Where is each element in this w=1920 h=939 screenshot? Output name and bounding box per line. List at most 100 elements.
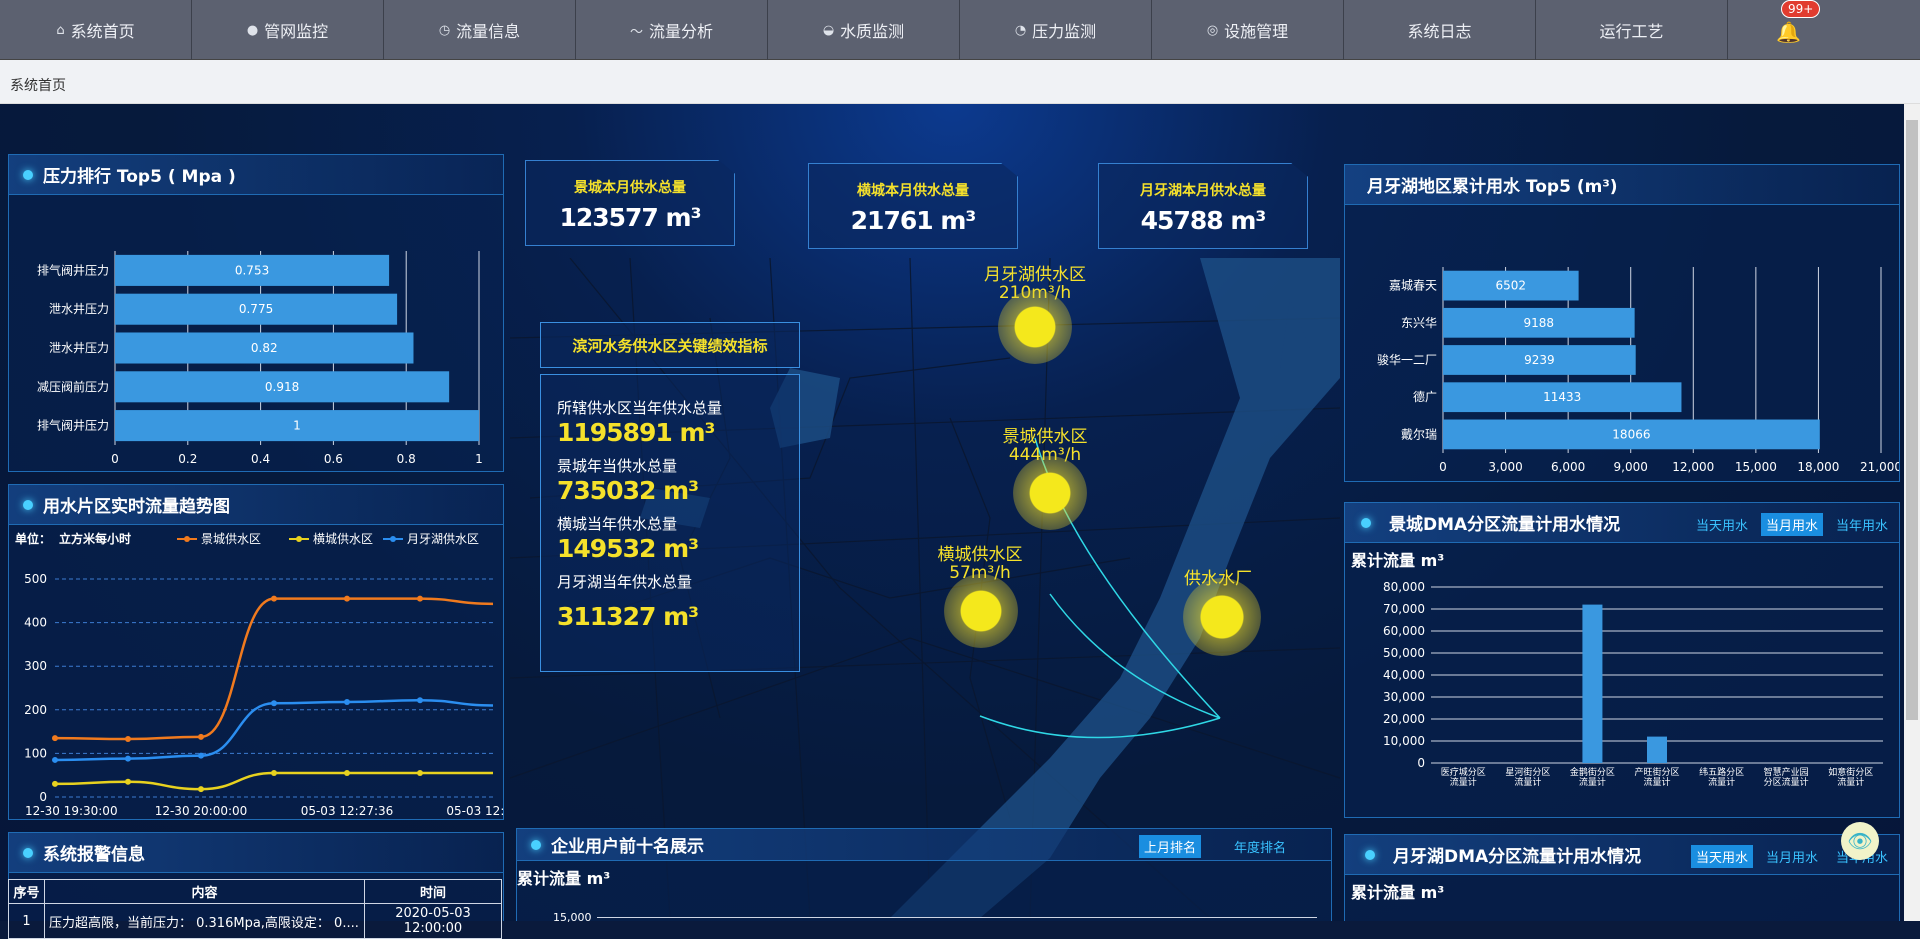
legend-marker [390, 536, 396, 542]
data-point[interactable] [417, 595, 423, 602]
trend-panel: 用水片区实时流量趋势图 单位： 立方米每小时 景城供水区 横城供水区 月牙湖供水区 0 10… [8, 484, 504, 820]
data-point[interactable] [344, 698, 350, 705]
nav-item-4[interactable]: ◒ 水质监测 [768, 0, 960, 60]
tab-day[interactable]: 当天用水 [1690, 845, 1753, 868]
data-point[interactable] [271, 595, 277, 602]
node-plant[interactable] [1183, 578, 1261, 656]
kpi-label: 月牙湖当年供水总量 [557, 573, 693, 591]
x-tick-label: 0.4 [251, 452, 270, 466]
bar[interactable] [1582, 604, 1603, 763]
tab-month[interactable]: 当月用水 [1760, 513, 1823, 536]
category-label: 星河街分区 [1505, 766, 1550, 778]
legend-label: 横城供水区 [313, 532, 373, 546]
x-tick-label: 0.6 [324, 452, 343, 466]
nav-item-1[interactable]: ● 管网监控 [192, 0, 384, 60]
bell-icon[interactable]: 🔔 [1776, 20, 1801, 44]
nav-item-label: 压力监测 [1032, 22, 1097, 41]
pressure-chart: 0 0.2 0.4 0.6 0.8 1 0.753 排气阀井压力 0.775 泄水井压力 0.82 泄… [37, 251, 483, 466]
data-point[interactable] [125, 778, 131, 785]
nav-item-2[interactable]: ◷ 流量信息 [384, 0, 576, 60]
tab-year[interactable]: 当年用水 [1831, 513, 1893, 536]
data-point[interactable] [125, 755, 131, 762]
data-point[interactable] [344, 770, 350, 777]
data-point[interactable] [271, 770, 277, 777]
tab-annual[interactable]: 年度排名 [1229, 835, 1291, 858]
data-point[interactable] [271, 700, 277, 707]
breadcrumb[interactable]: 系统首页 [10, 75, 66, 95]
bar-value-label: 6502 [1496, 279, 1527, 293]
data-point[interactable] [344, 595, 350, 602]
data-point[interactable] [198, 786, 204, 793]
table-row[interactable]: 1 压力超高限，当前压力： 0.316Mpa,高限设定： 0.... 2020-… [8, 903, 502, 939]
y-tick: 15,000 [553, 911, 592, 924]
data-point[interactable] [52, 735, 58, 742]
tab-day[interactable]: 当天用水 [1691, 513, 1753, 536]
category-label: 减压阀前压力 [37, 379, 109, 394]
nav-item-6[interactable]: ◎ 设施管理 [1152, 0, 1344, 60]
category-label: 如意街分区 [1828, 766, 1873, 778]
cell-time: 2020-05-03 12:00:00 [364, 903, 502, 939]
alarm-table: 序号 内容 时间 1 压力超高限，当前压力： 0.316Mpa,高限设定： 0.… [8, 879, 502, 939]
x-tick-label: 12-30 20:00:00 [155, 804, 248, 818]
category-label: 排气阀井压力 [37, 418, 109, 433]
top-nav: ⌂ 系统首页 ● 管网监控 ◷ 流量信息 〜流量分析 ◒ 水质监测 ◔ 压力监测 ◎ 设施管理 系统日志 运… [0, 0, 1920, 60]
unit-value: 立方米每小时 [59, 531, 131, 546]
gridline [597, 917, 1317, 918]
node-jc[interactable] [1013, 456, 1087, 530]
nav-item-8[interactable]: 运行工艺 [1536, 0, 1728, 60]
category-label: 流量计 [1514, 776, 1541, 788]
nav-item-label: 流量信息 [456, 22, 521, 41]
panel-title: 企业用户前十名展示 [551, 837, 704, 857]
stat-ymh-month: 月牙湖本月供水总量 45788 m³ [1098, 163, 1308, 249]
nav-item-7[interactable]: 系统日志 [1344, 0, 1536, 60]
x-tick-label: 1 [475, 452, 483, 466]
x-tick-label: 9,000 [1614, 460, 1648, 474]
table-header-row: 序号 内容 时间 [8, 879, 502, 904]
data-point[interactable] [52, 756, 58, 763]
category-label: 医疗城分区 [1441, 766, 1486, 778]
tab-last-month[interactable]: 上月排名 [1138, 835, 1201, 858]
data-point[interactable] [417, 770, 423, 777]
node-ymh[interactable] [998, 290, 1072, 364]
data-point[interactable] [417, 697, 423, 704]
node-hc[interactable] [944, 574, 1018, 648]
nav-item-3[interactable]: 〜流量分析 [576, 0, 768, 60]
ymh-dma-panel: 月牙湖DMA分区流量计用水情况 当天用水 当月用水 当年用水 累计流量 m³ [1344, 834, 1900, 921]
y-tick-label: 70,000 [1383, 602, 1425, 616]
title-dot-icon [23, 170, 33, 180]
category-label: 戴尔瑞 [1401, 426, 1437, 441]
y-tick-label: 50,000 [1383, 646, 1425, 660]
category-label: 纬五路分区 [1699, 766, 1744, 778]
network-icon: ● [246, 22, 259, 38]
nav-item-label: 运行工艺 [1599, 22, 1664, 41]
data-point[interactable] [198, 733, 204, 740]
bar[interactable] [1647, 736, 1667, 763]
kpi-label: 所辖供水区当年供水总量 [557, 399, 723, 417]
pressure-panel: 压力排行 Top5 ( Mpa ) 0 0.2 0.4 0.6 0.8 1 0.753 排气阀… [8, 154, 504, 472]
nav-item-5[interactable]: ◔ 压力监测 [960, 0, 1152, 60]
nav-item-0[interactable]: ⌂ 系统首页 [0, 0, 192, 60]
data-point[interactable] [125, 736, 131, 743]
kpi-label: 景城年当供水总量 [557, 457, 678, 475]
data-point[interactable] [52, 780, 58, 787]
series-line [54, 597, 494, 741]
x-tick-label: 0 [111, 452, 119, 466]
bar-value-label: 0.775 [239, 302, 273, 316]
category-label: 嘉城春天 [1389, 279, 1437, 293]
x-tick-label: 12-30 19:30:00 [25, 804, 118, 818]
stat-jc-month: 景城本月供水总量 123577 m³ [525, 160, 735, 246]
clock-icon: ◷ [438, 22, 451, 38]
bar-value-label: 9188 [1524, 316, 1555, 330]
nav-item-label: 系统首页 [70, 22, 135, 41]
eye-icon[interactable]: 👁 [1841, 822, 1879, 860]
nav-item-label: 流量分析 [649, 22, 714, 41]
ymh-top5-panel: 月牙湖地区累计用水 Top5 (m³) 0 3,000 6,000 9,000 12,0… [1344, 164, 1900, 482]
cell-no: 1 [8, 903, 45, 939]
tab-month[interactable]: 当月用水 [1761, 845, 1823, 868]
data-point[interactable] [198, 752, 204, 759]
x-tick-label: 18,000 [1797, 460, 1839, 474]
scrollbar-thumb[interactable] [1906, 120, 1918, 720]
kpi-value: 149532 m³ [557, 534, 699, 563]
kpi-panel: 所辖供水区当年供水总量 1195891 m³ 景城年当供水总量 735032 m… [540, 374, 800, 672]
legend-label: 景城供水区 [201, 532, 261, 546]
